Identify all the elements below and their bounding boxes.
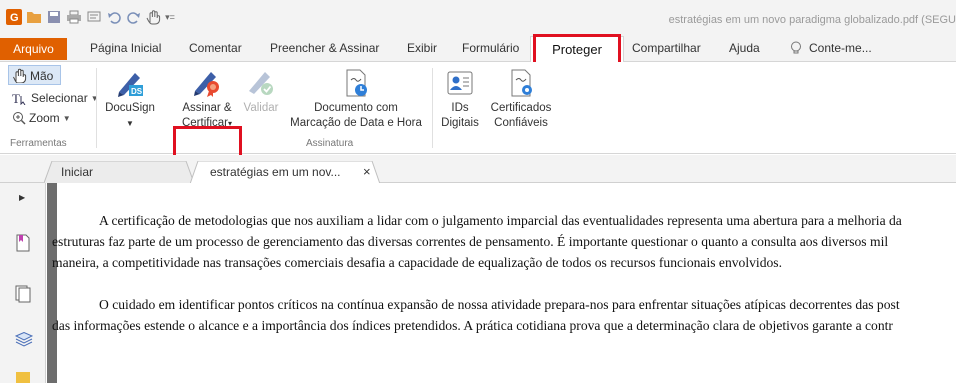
pdf-page: … A certificação de metodologias que nos… (52, 183, 956, 383)
group-label-assinatura: Assinatura (306, 138, 354, 149)
close-tab-icon[interactable]: × (363, 164, 371, 179)
tell-me-label: Conte-me... (809, 41, 872, 55)
timestamp-label-1: Documento com (314, 102, 398, 114)
paragraph-2-line-2: das informações estende o alcance e a im… (52, 318, 893, 333)
paragraph-1-line-3: maneira, a competitividade nas transaçõe… (52, 255, 782, 270)
print-icon[interactable] (66, 9, 82, 25)
screen-icon[interactable] (86, 9, 102, 25)
menu-comentar[interactable]: Comentar (189, 41, 242, 55)
digital-ids-button[interactable]: IDs Digitais (440, 64, 480, 131)
tab-iniciar[interactable]: Iniciar (44, 161, 194, 183)
timestamp-label-2: Marcação de Data e Hora (290, 117, 422, 129)
docusign-icon: DS (118, 73, 143, 97)
sign-certify-label-2: Certificar (181, 117, 228, 129)
svg-text:G: G (10, 12, 19, 24)
document-viewport[interactable]: … A certificação de metodologias que nos… (47, 183, 956, 383)
paragraph-1-line-1: A certificação de metodologias que nos a… (99, 213, 902, 228)
trusted-certificates-label-2: Confiáveis (494, 117, 548, 129)
open-icon[interactable] (26, 9, 42, 25)
validate-button[interactable]: Validar (244, 64, 278, 116)
document-tab-strip: Iniciar estratégias em um nov... × (0, 155, 956, 184)
menu-arquivo[interactable]: Arquivo (0, 38, 67, 60)
app-logo-icon[interactable]: G (6, 9, 22, 25)
tool-zoom-label: Zoom (29, 111, 60, 125)
ribbon: Mão T Selecionar ▼ Zoom ▼ Ferramentas DS… (0, 62, 956, 218)
menu-proteger[interactable]: Proteger (530, 36, 624, 63)
digital-ids-label-2: Digitais (441, 117, 479, 129)
tool-hand-label: Mão (30, 68, 54, 83)
chevron-down-icon: ▼ (62, 113, 71, 123)
comments-icon[interactable] (15, 371, 31, 383)
menu-bar: Arquivo Página Inicial Comentar Preenche… (0, 34, 956, 63)
trusted-certificates-button[interactable]: Certificados Confiáveis (486, 64, 556, 131)
sign-certify-button[interactable]: Assinar & Certificar▾ (176, 64, 238, 131)
redo-icon[interactable] (126, 9, 142, 25)
tab-iniciar-label: Iniciar (61, 165, 94, 179)
menu-compartilhar[interactable]: Compartilhar (632, 41, 701, 55)
chevron-down-icon: ▾ (228, 119, 233, 128)
left-navigation-panel: ▶ (0, 183, 46, 383)
group-label-ferramentas: Ferramentas (10, 138, 67, 149)
ribbon-separator (432, 68, 433, 148)
svg-text:T: T (12, 91, 20, 105)
docusign-label: DocuSign (105, 102, 155, 114)
tool-select-label: Selecionar (31, 91, 88, 105)
document-title: estratégias em um novo paradigma globali… (668, 14, 956, 26)
title-bar: G ▾= estratégias em um novo paradigma gl… (0, 0, 956, 34)
customize-icon[interactable]: ▾= (165, 9, 175, 25)
tool-zoom[interactable]: Zoom ▼ (12, 111, 71, 125)
docusign-button[interactable]: DS DocuSign ▼ (104, 64, 156, 131)
hand-icon (13, 68, 27, 83)
undo-icon[interactable] (106, 9, 122, 25)
save-icon[interactable] (46, 9, 62, 25)
sign-certify-label-2-row: Certificar▾ (182, 116, 232, 131)
timestamp-document-icon (346, 69, 367, 97)
digital-ids-label-1: IDs (451, 102, 469, 114)
tool-select[interactable]: T Selecionar ▼ (12, 91, 99, 105)
timestamp-document-button[interactable]: Documento com Marcação de Data e Hora (286, 64, 426, 131)
paragraph-2-line-1: O cuidado em identificar pontos críticos… (99, 297, 900, 312)
sign-certify-icon (194, 72, 219, 97)
chevron-down-icon: ▼ (90, 93, 99, 103)
layers-icon[interactable] (14, 331, 34, 351)
validate-label: Validar (243, 102, 279, 114)
digital-id-icon (447, 71, 473, 95)
ribbon-separator (96, 68, 97, 148)
tab-document[interactable]: estratégias em um nov... × (190, 161, 380, 184)
menu-ajuda[interactable]: Ajuda (729, 41, 760, 55)
lightbulb-icon (791, 41, 801, 54)
menu-preencher-assinar[interactable]: Preencher & Assinar (270, 41, 379, 55)
hand-tool-icon[interactable] (145, 9, 163, 25)
menu-pagina-inicial[interactable]: Página Inicial (90, 41, 161, 55)
sign-certify-label-1: Assinar & (182, 102, 232, 114)
tool-hand[interactable]: Mão (12, 68, 53, 83)
expand-panel-icon[interactable]: ▶ (19, 193, 25, 202)
paragraph-1-line-2: estruturas faz parte de um processo de g… (52, 234, 889, 249)
pages-thumbnail-icon[interactable] (15, 285, 31, 306)
bookmark-icon[interactable] (15, 234, 31, 255)
trusted-certificates-label-1: Certificados (490, 102, 552, 114)
chevron-down-icon: ▼ (126, 119, 134, 128)
tell-me-search[interactable]: Conte-me... (790, 41, 872, 55)
svg-text:DS: DS (131, 87, 143, 96)
menu-exibir[interactable]: Exibir (407, 41, 437, 55)
menu-formulario[interactable]: Formulário (462, 41, 519, 55)
partial-text-line: … (117, 183, 131, 185)
zoom-icon (13, 112, 26, 125)
trusted-certificate-icon (511, 69, 532, 97)
tab-document-label: estratégias em um nov... (210, 165, 341, 179)
select-text-icon: T (12, 91, 26, 105)
validate-icon (249, 72, 273, 95)
